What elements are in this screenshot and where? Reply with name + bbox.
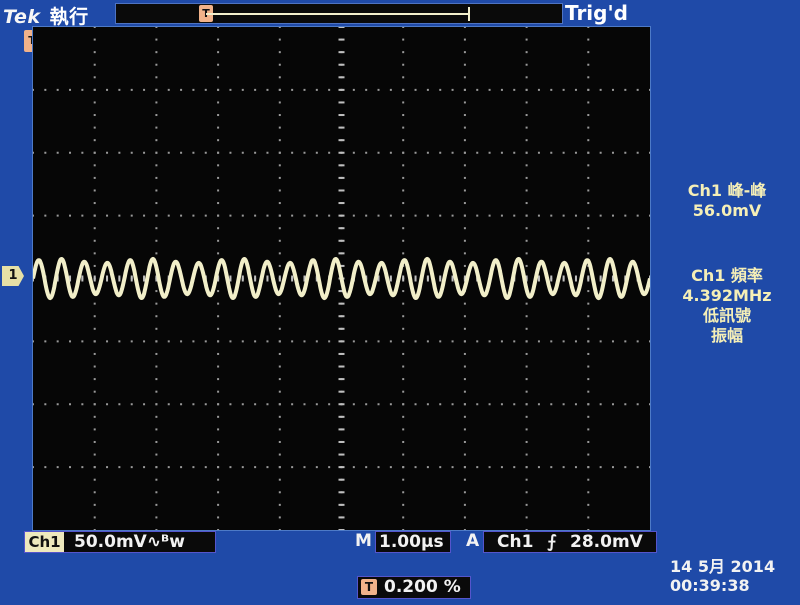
timebase-box: 1.00µs — [375, 531, 451, 553]
measurement-label: Ch1 峰-峰 — [687, 181, 767, 200]
timebase-value: 1.00µs — [379, 532, 444, 552]
measurement-frequency: Ch1 頻率 4.392MHz 低訊號 振幅 — [657, 266, 797, 346]
channel-ground-marker: 1 — [2, 266, 24, 286]
top-status-bar: Tek 執行 T Trig'd — [0, 0, 800, 29]
measurement-peak-to-peak: Ch1 峰-峰 56.0mV — [657, 181, 797, 221]
measurement-note: 低訊號 振幅 — [702, 306, 751, 345]
record-track — [206, 13, 470, 15]
channel-scale-box: Ch1 50.0mV∿ᴮw — [24, 531, 216, 553]
trigger-level: 28.0mV — [570, 532, 643, 552]
date-display: 14 5月 2014 — [670, 557, 776, 576]
horizontal-position-value: 0.200 % — [384, 577, 461, 597]
channel-scale-value: 50.0mV∿ᴮw — [74, 532, 185, 552]
time-display: 00:39:38 — [670, 576, 750, 595]
record-end-marker — [468, 7, 470, 21]
trigger-source: Ch1 — [497, 532, 534, 552]
timebase-prefix: M — [355, 531, 372, 551]
measurement-value: 56.0mV — [692, 201, 762, 220]
measurement-value: 4.392MHz — [682, 286, 772, 305]
waveform-display — [33, 27, 650, 530]
channel-tag: Ch1 — [25, 532, 64, 552]
record-view-bar: T — [115, 3, 563, 24]
trigger-status: Trig'd — [565, 1, 628, 25]
ch1-waveform-trace — [33, 256, 650, 301]
trigger-prefix: A — [466, 531, 480, 551]
measurement-label: Ch1 頻率 — [691, 266, 763, 285]
brand-and-run-status: Tek 執行 — [3, 2, 89, 29]
rising-edge-icon: ⨍ — [547, 532, 557, 552]
position-icon: T — [361, 579, 377, 595]
run-status: 執行 — [49, 6, 89, 28]
trigger-box: Ch1 ⨍ 28.0mV — [483, 531, 657, 553]
brand-logo: Tek — [3, 6, 41, 28]
horizontal-position-box: T 0.200 % — [357, 576, 471, 599]
graticule-screen — [32, 26, 651, 531]
